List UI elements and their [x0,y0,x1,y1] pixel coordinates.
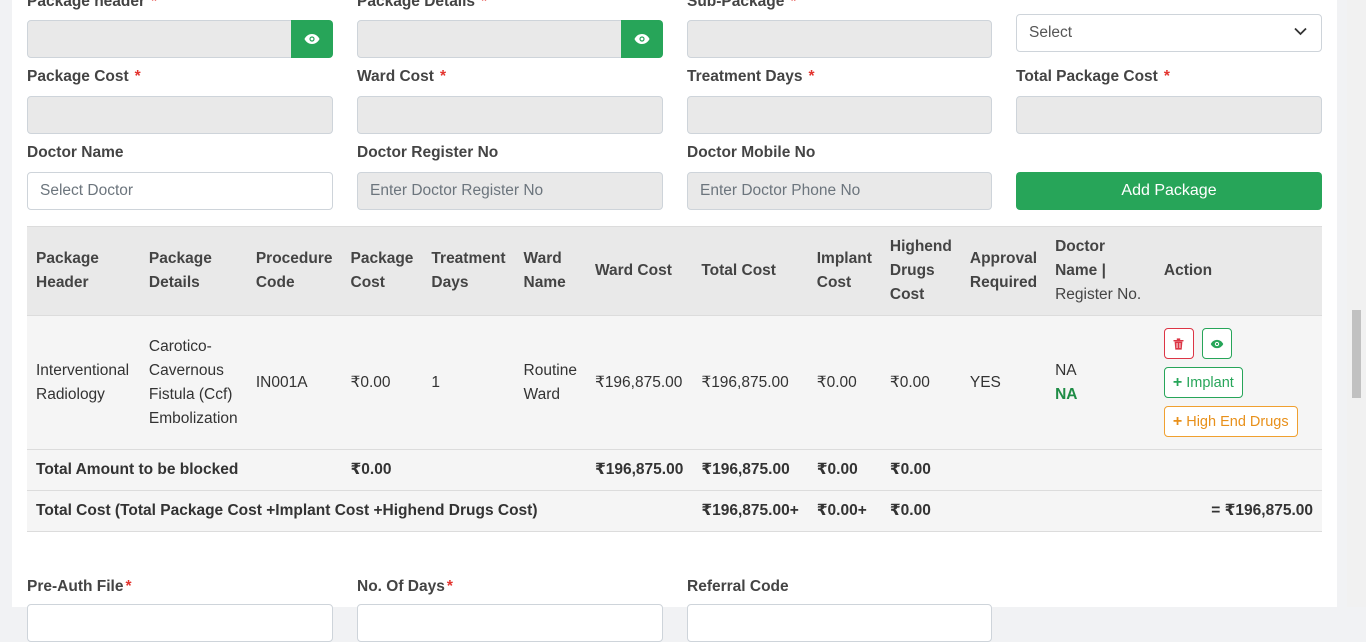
doctor-mobile-no-input[interactable]: Enter Doctor Phone No [687,172,992,210]
cell-ward-cost: ₹196,875.00 [585,315,693,450]
cell-highend-drugs-cost: ₹0.00 [880,315,961,450]
eye-icon [304,34,320,44]
high-end-drugs-button[interactable]: + High End Drugs [1163,406,1298,437]
package-cost-label: Package Cost * [27,68,141,85]
total-package-cost-input[interactable] [1016,96,1322,134]
empty-cell [514,449,586,491]
cell-package-details: Carotico- Cavernous Fistula (Ccf) Embolizat… [139,315,247,450]
total-blocked-row: Total Amount to be blocked ₹0.00 ₹196,87… [27,449,1322,491]
no-of-days-label: No. Of Days * [357,578,453,595]
scrollbar-thumb[interactable] [1352,310,1361,398]
treatment-days-label: Treatment Days * [687,68,815,85]
ward-cost-input[interactable] [357,96,663,134]
total-cost-implant: ₹0.00+ [807,490,881,532]
total-blocked-package-cost: ₹0.00 [341,449,423,491]
table-row: Interventional Radiology Carotico- Caverno… [27,315,1322,450]
plus-icon: + [1172,412,1183,430]
doctor-name-select[interactable]: Select Doctor [27,172,333,210]
total-cost-highend-drugs: ₹0.00 [880,490,961,532]
sub-package-input[interactable] [687,20,992,58]
th-package-details: Package Details [139,226,247,316]
th-total-cost: Total Cost [692,226,808,316]
package-header-input[interactable] [27,20,292,58]
doctor-register-value: NA [1055,385,1078,403]
ward-cost-label: Ward Cost * [357,68,446,85]
no-of-days-input[interactable] [357,604,663,642]
total-cost-total: ₹196,875.00+ [692,490,808,532]
cell-total-cost: ₹196,875.00 [692,315,808,450]
th-package-cost: Package Cost [341,226,423,316]
package-cost-input[interactable] [27,96,333,134]
doctor-register-no-label: Doctor Register No [357,144,499,161]
package-table: Package Header Package Details Procedure Co… [27,226,1322,532]
th-highend-drugs-cost: Highend Drugs Cost [880,226,961,316]
total-cost-label: Total Cost (Total Package Cost +Implant … [27,490,693,532]
referral-code-label: Referral Code [687,578,789,595]
empty-cell [1046,449,1155,491]
pre-auth-file-label: Pre-Auth File * [27,578,132,595]
delete-button[interactable] [1163,328,1194,359]
cell-implant-cost: ₹0.00 [807,315,881,450]
total-blocked-total-cost: ₹196,875.00 [692,449,808,491]
eye-icon [1210,339,1224,348]
view-button[interactable] [1201,328,1232,359]
package-details-label: Package Details * [357,0,488,10]
doctor-name-value: NA [1055,361,1077,379]
vertical-scrollbar[interactable] [1347,0,1366,607]
doctor-register-no-input[interactable]: Enter Doctor Register No [357,172,663,210]
cell-package-header: Interventional Radiology [27,315,140,450]
cell-doctor: NA NA [1046,315,1155,450]
th-approval-required: Approval Required [960,226,1047,316]
th-implant-cost: Implant Cost [807,226,881,316]
package-header-view-button[interactable] [291,20,333,58]
total-cost-row: Total Cost (Total Package Cost +Implant … [27,490,1322,532]
table-header-row: Package Header Package Details Procedure Co… [27,226,1322,316]
th-package-header: Package Header [27,226,140,316]
empty-cell [422,449,515,491]
th-ward-cost: Ward Cost [585,226,693,316]
referral-code-input[interactable] [687,604,992,642]
plus-icon: + [1172,373,1183,391]
cell-ward-name: Routine Ward [514,315,586,450]
total-blocked-implant-cost: ₹0.00 [807,449,881,491]
total-package-cost-label: Total Package Cost * [1016,68,1170,85]
doctor-name-label: Doctor Name [27,144,124,161]
th-treatment-days: Treatment Days [422,226,515,316]
cell-procedure-code: IN001A [246,315,342,450]
th-doctor-name-register: Doctor Name | Register No. [1046,226,1155,316]
total-blocked-label: Total Amount to be blocked [27,449,342,491]
sub-package-label: Sub-Package * [687,0,797,10]
treatment-days-input[interactable] [687,96,992,134]
pre-auth-file-input[interactable] [27,604,333,642]
grand-total: = ₹196,875.00 [960,490,1322,532]
cell-treatment-days: 1 [422,315,515,450]
select-dropdown[interactable]: Select [1016,14,1322,52]
trash-icon [1173,337,1184,350]
doctor-mobile-no-label: Doctor Mobile No [687,144,816,161]
cell-action: + Implant + High End Drugs [1154,315,1322,450]
th-procedure-code: Procedure Code [246,226,342,316]
select-value: Select [1029,24,1073,41]
package-details-input[interactable] [357,20,622,58]
cell-package-cost: ₹0.00 [341,315,423,450]
add-package-button[interactable]: Add Package [1016,172,1322,210]
th-ward-name: Ward Name [514,226,586,316]
package-details-view-button[interactable] [621,20,663,58]
cell-approval-required: YES [960,315,1047,450]
empty-cell [960,449,1047,491]
package-header-label: Package header * [27,0,158,10]
total-blocked-ward-cost: ₹196,875.00 [585,449,693,491]
chevron-down-icon [1294,27,1307,36]
empty-cell [1154,449,1322,491]
th-action: Action [1154,226,1322,316]
implant-button[interactable]: + Implant [1163,367,1243,398]
total-blocked-highend-drugs-cost: ₹0.00 [880,449,961,491]
eye-icon [634,34,650,44]
